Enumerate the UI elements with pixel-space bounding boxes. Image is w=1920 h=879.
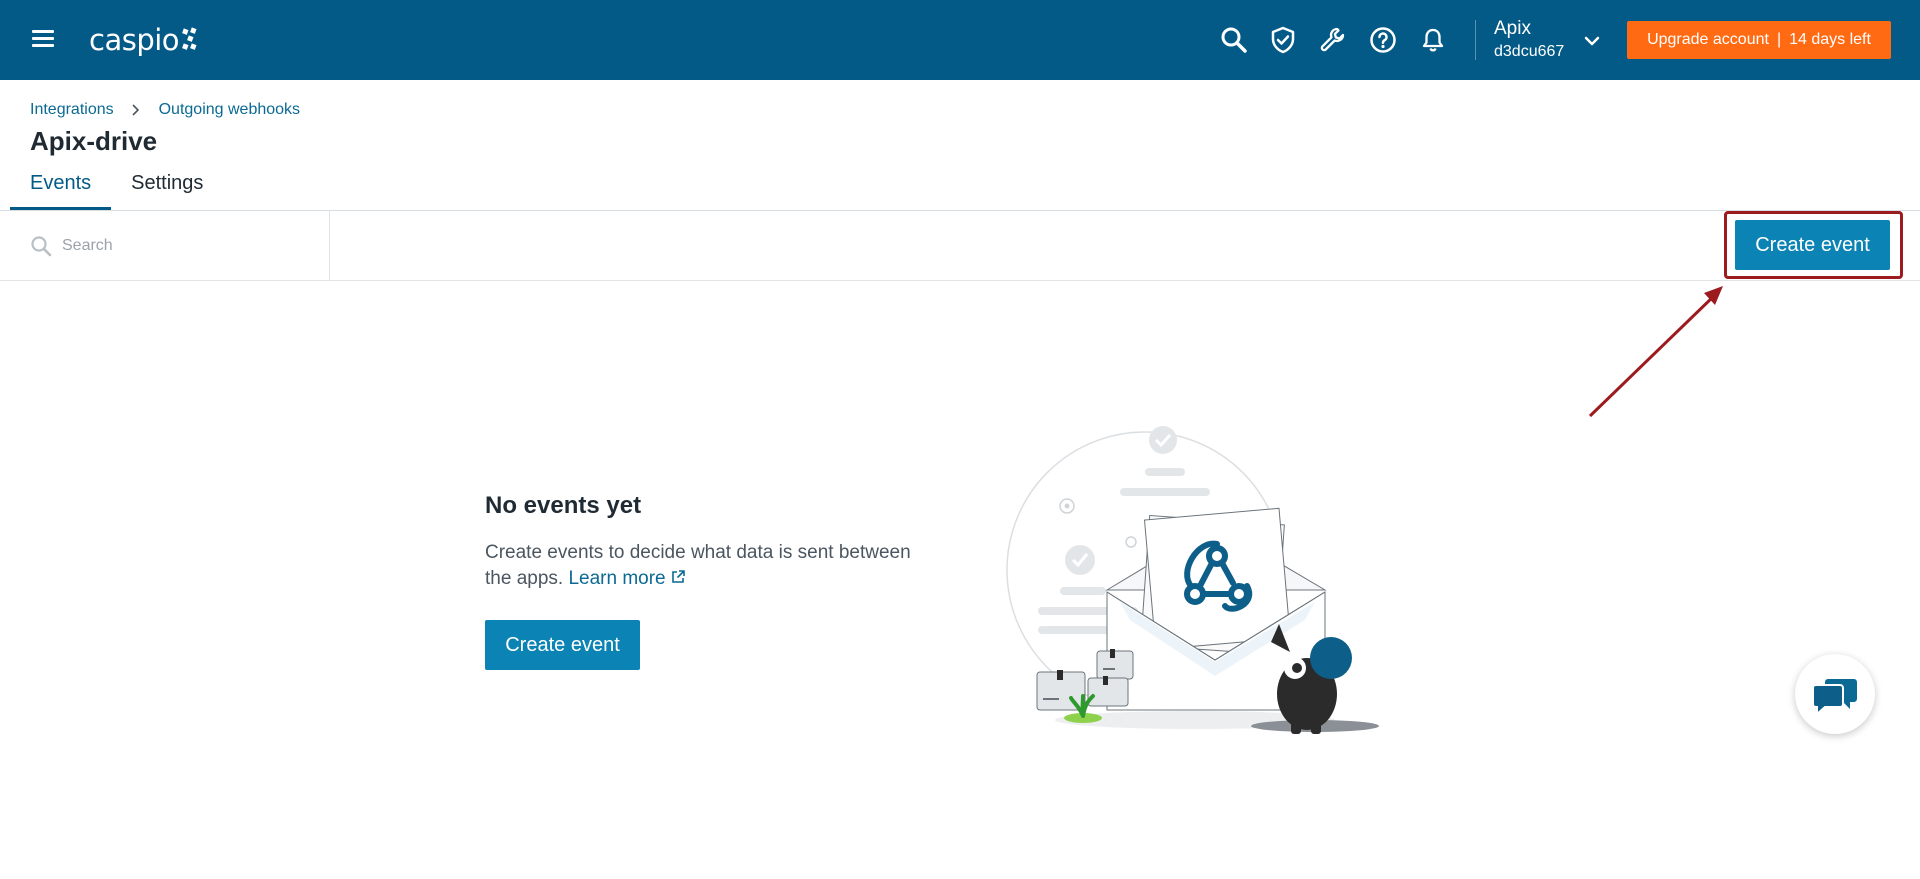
account-id: d3dcu667 xyxy=(1494,43,1565,60)
breadcrumb: Integrations Outgoing webhooks xyxy=(30,101,300,119)
chat-bubbles-icon xyxy=(1812,679,1857,715)
top-navigation-bar: caspio Apix d3dcu667 Upgrade account | 1… xyxy=(0,0,1920,80)
search-icon xyxy=(31,236,52,257)
upgrade-label: Upgrade account xyxy=(1647,31,1769,48)
chat-support-button[interactable] xyxy=(1795,654,1875,734)
learn-more-label: Learn more xyxy=(568,568,666,589)
upgrade-separator: | xyxy=(1776,31,1782,48)
breadcrumb-outgoing-webhooks[interactable]: Outgoing webhooks xyxy=(159,101,300,119)
events-toolbar xyxy=(0,211,1920,281)
trial-days-left: 14 days left xyxy=(1789,31,1871,48)
tab-settings[interactable]: Settings xyxy=(111,168,223,210)
learn-more-link[interactable]: Learn more xyxy=(568,568,685,589)
help-icon[interactable] xyxy=(1368,25,1398,55)
account-switcher[interactable]: Apix d3dcu667 xyxy=(1494,17,1564,63)
empty-state-create-event-button[interactable]: Create event xyxy=(485,620,640,670)
search-icon[interactable] xyxy=(1219,25,1249,55)
external-link-icon xyxy=(671,570,685,583)
breadcrumb-integrations[interactable]: Integrations xyxy=(30,101,114,119)
header-divider xyxy=(1475,20,1476,60)
empty-state-title: No events yet xyxy=(485,492,642,519)
tab-events[interactable]: Events xyxy=(10,168,112,210)
wrench-icon[interactable] xyxy=(1318,25,1348,55)
annotation-arrow-icon xyxy=(1588,286,1723,418)
chevron-down-icon[interactable] xyxy=(1582,31,1602,51)
logo-text: caspio xyxy=(89,23,180,57)
search-box xyxy=(0,211,330,281)
search-input[interactable] xyxy=(62,231,312,261)
menu-icon[interactable] xyxy=(32,30,54,48)
webhook-envelope-illustration xyxy=(1006,426,1379,734)
logo-dots-icon xyxy=(182,27,197,50)
create-event-button[interactable]: Create event xyxy=(1735,220,1890,270)
shield-check-icon[interactable] xyxy=(1268,25,1298,55)
upgrade-account-button[interactable]: Upgrade account | 14 days left xyxy=(1627,21,1891,59)
empty-state-description: Create events to decide what data is sen… xyxy=(485,540,935,592)
caspio-logo[interactable]: caspio xyxy=(89,20,199,60)
page-title: Apix-drive xyxy=(30,126,158,156)
empty-state-text: Create events to decide what data is sen… xyxy=(485,542,911,589)
bell-icon[interactable] xyxy=(1418,25,1448,55)
tab-bar: Events Settings xyxy=(10,168,223,210)
account-name: Apix xyxy=(1494,18,1531,39)
chevron-right-icon xyxy=(132,104,139,116)
